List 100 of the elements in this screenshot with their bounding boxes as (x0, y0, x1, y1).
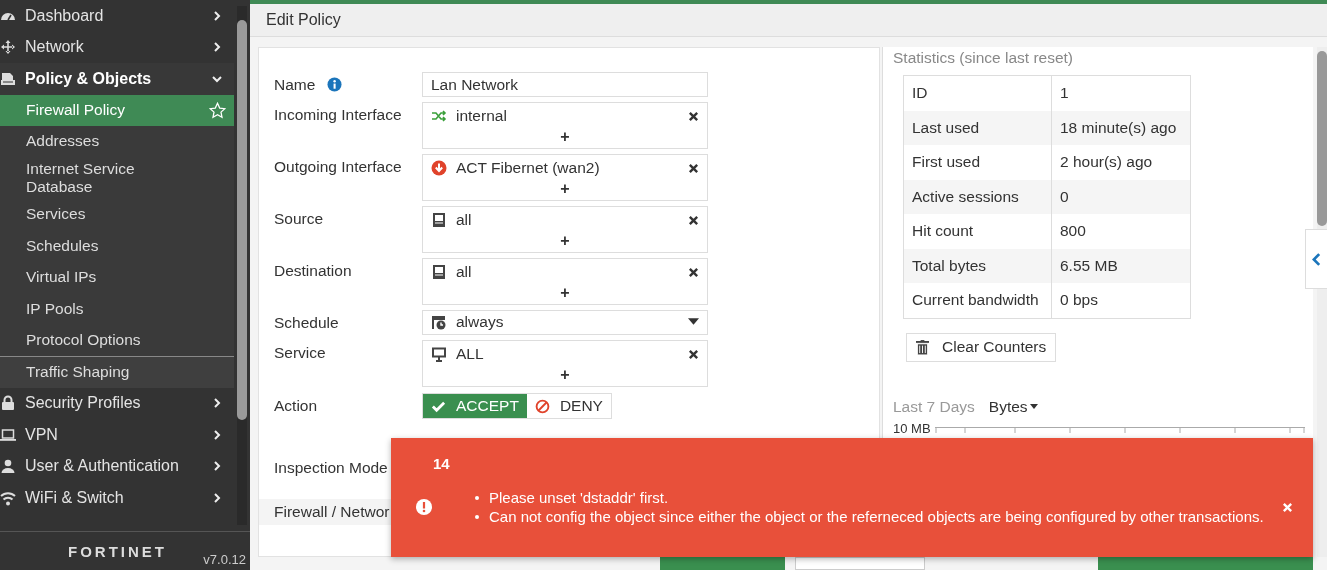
nav-section[interactable]: Policy & Objects (0, 63, 234, 95)
table-cell: Current bandwidth (903, 283, 1052, 318)
prohibited-icon (534, 398, 550, 414)
nav-section[interactable]: WiFi & Switch (0, 482, 234, 514)
nav-label: Network (25, 38, 85, 57)
nav-section[interactable]: Network (0, 31, 234, 63)
nav-label: Security Profiles (25, 394, 142, 413)
caret-icon (688, 318, 699, 325)
table-cell: Active sessions (903, 179, 1052, 214)
version-label: v7.0.12 (203, 552, 246, 567)
monitor-icon (431, 346, 447, 362)
entry-text: ACT Fibernet (wan2) (456, 159, 601, 177)
table-cell: Hit count (903, 214, 1052, 249)
calendar-clock-icon (431, 313, 447, 330)
nav-item[interactable]: Virtual IPs (0, 261, 234, 294)
info-icon[interactable] (327, 77, 343, 92)
error-message: Can not config the object since either the object or the referneced objects are being configured by other transactions. (489, 507, 1264, 526)
page-title: Edit Policy (266, 11, 341, 29)
footer-button[interactable] (795, 557, 925, 570)
chevron-left-icon (1312, 252, 1321, 266)
entry-text: internal (456, 107, 508, 125)
field-label: Schedule (274, 314, 339, 332)
remove-icon[interactable] (688, 162, 699, 174)
entry-text: ALL (456, 345, 485, 363)
add-button[interactable]: + (560, 127, 570, 147)
field-label: Action (274, 397, 318, 415)
nav-item[interactable]: Services (0, 198, 234, 231)
section-title: Firewall / Networ (274, 503, 390, 521)
multi-select-field[interactable]: all + (422, 258, 708, 305)
nav-section[interactable]: Dashboard (0, 0, 234, 32)
chevron-down-icon (212, 73, 222, 84)
chevron-right-icon (212, 398, 222, 409)
laptop-icon (0, 426, 16, 443)
multi-select-field[interactable]: ALL + (422, 340, 708, 387)
table-cell: Last used (903, 110, 1052, 145)
table-cell: 6.55 MB (1051, 248, 1191, 283)
collapse-tab[interactable] (1305, 229, 1327, 289)
nav-label: VPN (25, 425, 59, 445)
add-button[interactable]: + (560, 365, 570, 385)
action-option[interactable]: ACCEPT (423, 394, 527, 418)
remove-icon[interactable] (688, 110, 699, 122)
nav-section[interactable]: Security Profiles (0, 387, 234, 420)
nav-section[interactable]: VPN (0, 419, 234, 451)
table-cell: ID (903, 75, 1052, 111)
table-cell: 18 minute(s) ago (1051, 110, 1191, 145)
nav-label: Dashboard (25, 6, 105, 25)
user-icon (0, 458, 16, 475)
statistics-title: Statistics (since last reset) (893, 49, 1075, 67)
star-icon[interactable] (209, 101, 226, 119)
field-label: Source (274, 210, 324, 228)
add-button[interactable]: + (560, 231, 570, 251)
nav-item[interactable]: Traffic Shaping (0, 356, 234, 388)
name-field[interactable]: Lan Network (422, 72, 708, 97)
nav-label: User & Authentication (25, 457, 180, 476)
alert-icon (416, 499, 432, 515)
entry-text: all (456, 211, 473, 229)
chevron-right-icon (212, 10, 222, 21)
table-cell: 0 bps (1051, 283, 1191, 318)
doc-icon (0, 70, 16, 87)
table-cell: 1 (1051, 75, 1191, 111)
clear-counters-button[interactable]: Clear Counters (906, 332, 1057, 362)
field-label: Outgoing Interface (274, 158, 402, 176)
schedule-dropdown[interactable]: always (422, 310, 708, 335)
field-label: Service (274, 344, 326, 362)
entry-text: all (456, 263, 473, 281)
chevron-right-icon (212, 42, 222, 53)
multi-select-field[interactable]: all + (422, 206, 708, 253)
remove-icon[interactable] (688, 348, 699, 360)
nav-label: Policy & Objects (25, 69, 153, 88)
remove-icon[interactable] (688, 266, 699, 278)
range-label: Last 7 Days (893, 397, 975, 416)
table-cell: 0 (1051, 179, 1191, 214)
table-cell: Total bytes (903, 248, 1052, 283)
shuffle-icon (431, 108, 447, 124)
nav-section[interactable]: User & Authentication (0, 450, 234, 483)
add-button[interactable]: + (560, 179, 570, 199)
scrollbar[interactable] (237, 6, 247, 525)
move-icon (0, 39, 16, 56)
add-button[interactable]: + (560, 283, 570, 303)
axis-label: 10 MB (893, 420, 931, 436)
nav-item[interactable]: IP Pools (0, 293, 234, 325)
bullet-icon (475, 514, 479, 519)
wifi-icon (0, 489, 16, 506)
field-label: Inspection Mode (274, 459, 388, 477)
nav-item[interactable]: Protocol Options (0, 324, 234, 357)
address-icon (431, 212, 447, 228)
bullet-icon (475, 495, 479, 500)
nav-item[interactable]: Firewall Policy (0, 94, 234, 126)
lock-icon (0, 395, 16, 412)
metric-dropdown[interactable]: Bytes (988, 397, 1038, 416)
multi-select-field[interactable]: internal + (422, 102, 708, 149)
address-icon (431, 264, 447, 280)
nav-item[interactable]: Addresses (0, 126, 234, 158)
nav-item[interactable]: Internet Service Database (0, 157, 234, 199)
remove-icon[interactable] (688, 214, 699, 226)
close-icon[interactable] (1282, 501, 1293, 513)
multi-select-field[interactable]: ACT Fibernet (wan2) + (422, 154, 708, 201)
table-cell: 2 hour(s) ago (1051, 145, 1191, 180)
nav-item[interactable]: Schedules (0, 230, 234, 262)
logo: FORTINET (68, 542, 167, 560)
